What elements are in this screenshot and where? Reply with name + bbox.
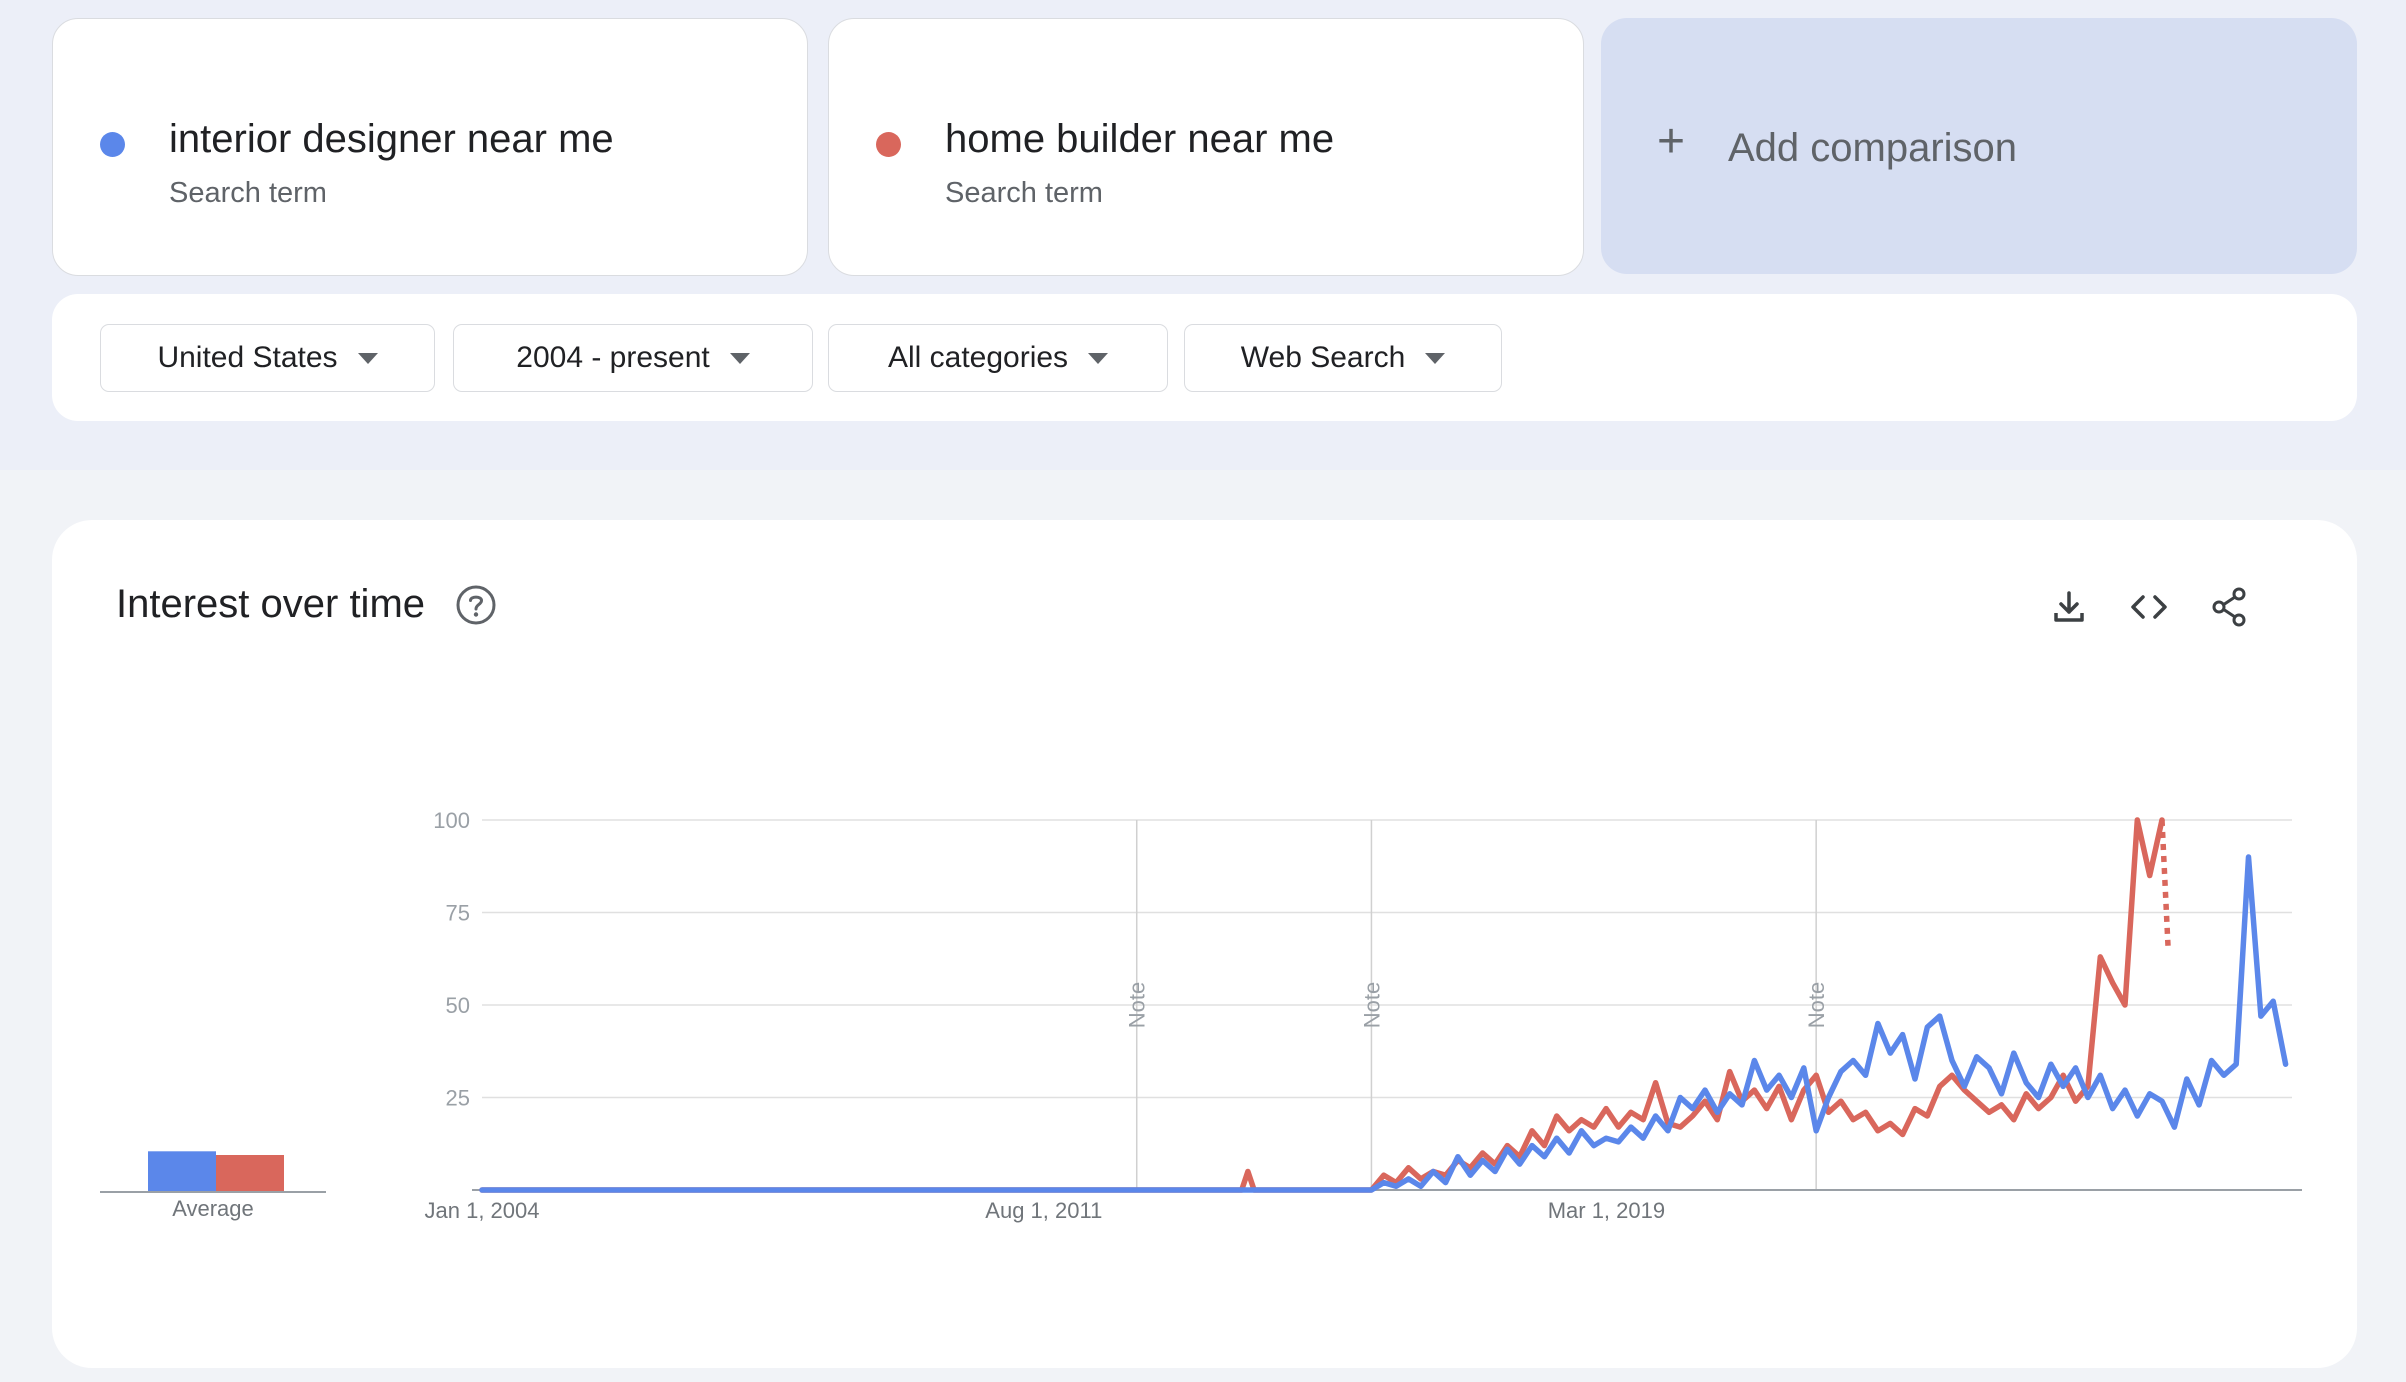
x-tick-label: Aug 1, 2011 — [985, 1198, 1102, 1223]
help-icon[interactable] — [455, 584, 497, 626]
average-bar-home-builder — [216, 1155, 284, 1192]
average-bar-interior-designer — [148, 1151, 216, 1192]
note-label: Note — [1804, 982, 1829, 1028]
search-type-value: Web Search — [1240, 341, 1406, 374]
note-label: Note — [1125, 982, 1150, 1028]
y-tick-label: 25 — [446, 1086, 470, 1111]
term-1-color-dot — [100, 132, 125, 157]
region-dropdown[interactable]: United States — [100, 324, 435, 392]
term-2-name[interactable]: home builder near me — [945, 117, 1334, 162]
add-comparison-button[interactable]: + Add comparison — [1601, 18, 2357, 274]
download-icon[interactable] — [2048, 586, 2090, 628]
interest-over-time-card: Interest over time Average 25 50 75 100 Note… — [52, 520, 2357, 1368]
line-chart: 25 50 75 100 Note Note Note Jan 1, 2004 Aug 1, 2… — [425, 808, 2302, 1223]
caret-down-icon — [1425, 352, 1446, 364]
y-tick-label: 100 — [433, 808, 470, 833]
add-comparison-label: Add comparison — [1728, 126, 2018, 170]
y-tick-label: 75 — [446, 901, 470, 926]
category-value: All categories — [887, 341, 1069, 374]
series-partial-dotted-line — [2159, 819, 2171, 946]
category-dropdown[interactable]: All categories — [828, 324, 1168, 392]
average-label: Average — [172, 1196, 254, 1221]
chart-title: Interest over time — [116, 582, 426, 626]
time-range-dropdown[interactable]: 2004 - present — [453, 324, 813, 392]
note-label: Note — [1359, 982, 1384, 1028]
term-2-color-dot — [876, 132, 901, 157]
term-1-name[interactable]: interior designer near me — [169, 117, 614, 162]
share-icon[interactable] — [2208, 586, 2250, 628]
y-tick-label: 50 — [446, 993, 470, 1018]
term-1-subtitle: Search term — [169, 177, 327, 209]
search-type-dropdown[interactable]: Web Search — [1184, 324, 1502, 392]
plus-icon: + — [1657, 115, 1686, 168]
average-bar-chart — [100, 1151, 326, 1193]
x-tick-label: Mar 1, 2019 — [1548, 1198, 1665, 1223]
term-2-subtitle: Search term — [945, 177, 1103, 209]
filter-bar: United States 2004 - present All categor… — [52, 294, 2357, 421]
search-term-card-1[interactable]: interior designer near me Search term — [52, 18, 808, 276]
region-value: United States — [157, 341, 338, 374]
x-tick-label: Jan 1, 2004 — [425, 1198, 540, 1223]
embed-code-icon[interactable] — [2128, 586, 2170, 628]
caret-down-icon — [729, 352, 750, 364]
search-term-card-2[interactable]: home builder near me Search term — [828, 18, 1584, 276]
time-range-value: 2004 - present — [516, 341, 710, 374]
caret-down-icon — [1088, 352, 1109, 364]
caret-down-icon — [357, 352, 378, 364]
